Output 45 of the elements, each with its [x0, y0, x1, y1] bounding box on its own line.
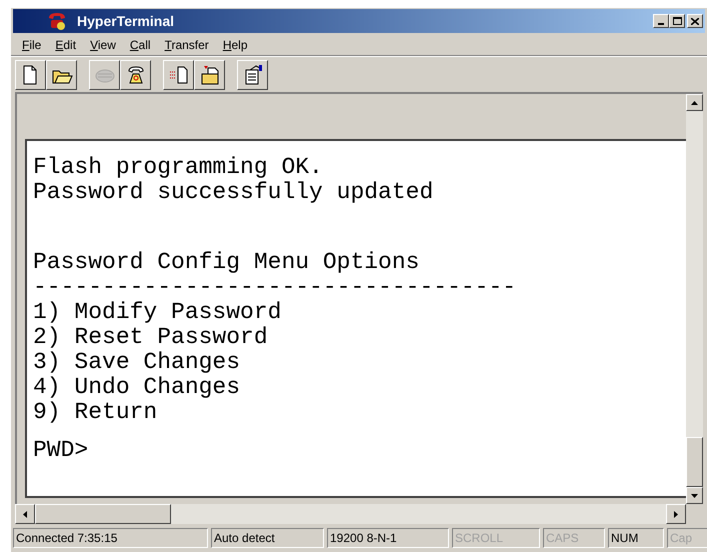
close-button[interactable] [687, 14, 703, 28]
minimize-icon [658, 23, 664, 25]
toolbar-button[interactable] [120, 60, 151, 90]
terminal-line: 3) Save Changes [33, 350, 240, 375]
minimize-button[interactable] [653, 14, 669, 28]
terminal-line: Password successfully updated [33, 180, 434, 205]
terminal-line: Flash programming OK. [33, 155, 323, 180]
scroll-down-icon[interactable] [691, 494, 698, 498]
menu-item[interactable]: Edit [50, 36, 82, 54]
menu-item[interactable]: Help [218, 36, 252, 54]
maximize-icon [672, 17, 682, 25]
terminal-screen[interactable]: Flash programming OK. Password successfully updated Password Config Menu Options ----------------------------------- 1) Modify Password 2) Reset Password 3) Save Changes 4) Undo Changes 9) Return PWD> [25, 139, 686, 498]
terminal-line: Password Config Menu Options [33, 250, 420, 275]
menu-item[interactable]: Call [124, 36, 156, 54]
toolbar-button[interactable] [15, 60, 46, 90]
status-panel: Connected 7:35:15 [13, 528, 208, 548]
terminal-line: 1) Modify Password [33, 300, 282, 325]
vertical-scrollbar[interactable] [686, 94, 703, 504]
terminal-line: PWD> [33, 438, 88, 463]
menu-item[interactable]: View [85, 36, 121, 54]
terminal-line: 2) Reset Password [33, 325, 268, 350]
status-panel: Auto detect [211, 528, 324, 548]
phone-icon [47, 12, 67, 30]
terminal-line: 9) Return [33, 400, 158, 425]
receive-folder-icon [198, 64, 220, 86]
status-panel: NUM [608, 528, 664, 548]
scroll-left-icon[interactable] [23, 510, 27, 518]
toolbar-button[interactable] [163, 60, 194, 90]
toolbar-button[interactable] [237, 60, 268, 90]
scroll-up-icon[interactable] [691, 100, 698, 104]
toolbar-button[interactable] [46, 60, 77, 90]
toolbar-button[interactable] [194, 60, 225, 90]
menu-item[interactable]: Transfer [160, 36, 214, 54]
send-document-icon [168, 64, 190, 86]
scroll-thumb[interactable] [686, 437, 703, 487]
close-icon [691, 18, 699, 24]
scroll-thumb[interactable] [35, 504, 171, 524]
menu-item[interactable]: File [17, 36, 46, 54]
terminal-line: 4) Undo Changes [33, 375, 240, 400]
maximize-button[interactable] [669, 14, 685, 28]
horizontal-scrollbar[interactable] [15, 504, 686, 524]
window-title: HyperTerminal [77, 12, 174, 31]
status-panel: 19200 8-N-1 [327, 528, 449, 548]
scroll-right-icon[interactable] [674, 510, 678, 518]
terminal-line: ----------------------------------- [33, 275, 516, 300]
